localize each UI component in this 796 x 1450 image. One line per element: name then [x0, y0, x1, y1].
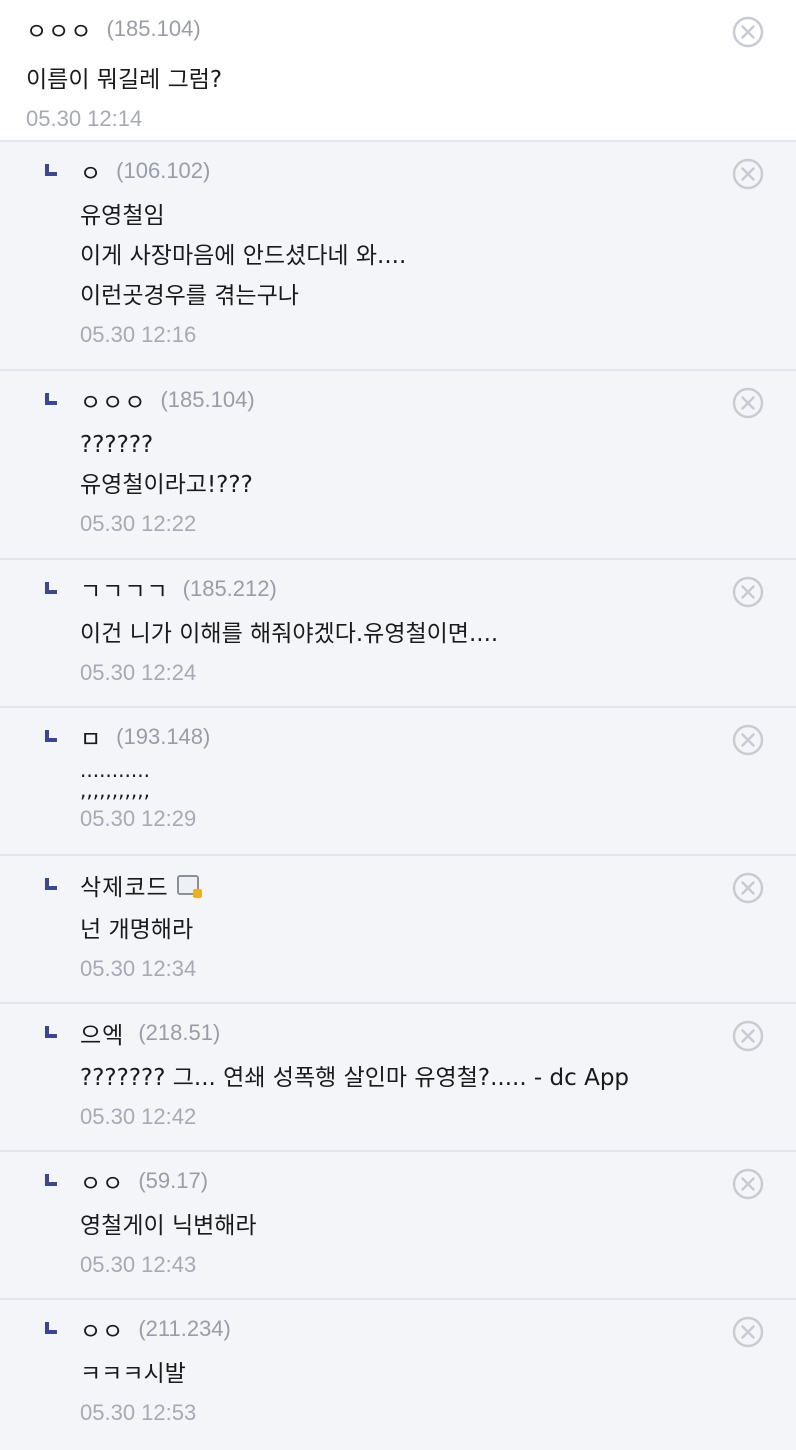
comment-date: 05.30 12:42: [80, 1104, 197, 1129]
reply-item: ㄱㄱㄱㄱ (185.212) 이건 니가 이해를 해줘야겠다.유영철이면....…: [0, 560, 796, 708]
close-circle-icon[interactable]: [732, 724, 764, 756]
reply-item: 으엑 (218.51) ??????? 그... 연쇄 성폭행 살인마 유영철?…: [0, 1004, 796, 1152]
comment-nickname[interactable]: 삭제코드: [80, 868, 169, 902]
comment-nickname[interactable]: ㅇㅇ: [80, 1312, 124, 1346]
reply-item: ㅇㅇ (59.17) 영철게이 닉변해라 05.30 12:43: [0, 1152, 796, 1300]
reply-item: ㅇㅇ (211.234) ㅋㅋㅋ시발 05.30 12:53: [0, 1300, 796, 1450]
comment-date: 05.30 12:43: [80, 1252, 197, 1277]
comment-nickname[interactable]: ㅇㅇㅇ: [80, 383, 146, 417]
comment-text: 넌 개명해라: [80, 917, 194, 943]
reply-arrow-icon: [45, 582, 57, 594]
comment-item: ㅇㅇㅇ (185.104) 이름이 뭐길레 그럼? 05.30 12:14: [0, 0, 796, 142]
comment-ip: (106.102): [116, 158, 211, 183]
comment-ip: (193.148): [116, 724, 211, 749]
comment-date: 05.30 12:16: [80, 322, 197, 347]
close-circle-icon[interactable]: [732, 158, 764, 190]
close-circle-icon[interactable]: [732, 1316, 764, 1348]
comment-ip: (211.234): [138, 1316, 231, 1341]
comment-text: ........... ,,,,,,,,,,,: [80, 758, 150, 802]
close-circle-icon[interactable]: [732, 576, 764, 608]
comment-ip: (59.17): [138, 1168, 209, 1193]
comment-nickname[interactable]: ㅇ: [80, 154, 102, 188]
close-circle-icon[interactable]: [732, 387, 764, 419]
comment-date: 05.30 12:24: [80, 660, 197, 685]
reply-arrow-icon: [45, 1322, 57, 1334]
comment-date: 05.30 12:53: [80, 1400, 197, 1425]
close-circle-icon[interactable]: [732, 872, 764, 904]
comment-date: 05.30 12:22: [80, 511, 197, 536]
reply-arrow-icon: [45, 164, 57, 176]
reply-arrow-icon: [45, 1174, 57, 1186]
comment-text: 영철게이 닉변해라: [80, 1213, 257, 1239]
comment-text: ??????? 그... 연쇄 성폭행 살인마 유영철?..... - dc A…: [80, 1065, 630, 1091]
comment-nickname[interactable]: ㅇㅇ: [80, 1164, 124, 1198]
comment-ip: (185.104): [160, 387, 255, 412]
reply-item: ㅇㅇㅇ (185.104) ?????? 유영철이라고!??? 05.30 12…: [0, 371, 796, 560]
comment-text: 이건 니가 이해를 해줘야겠다.유영철이면....: [80, 621, 499, 647]
comment-nickname[interactable]: ㅁ: [80, 720, 102, 754]
comment-nickname[interactable]: ㅇㅇㅇ: [26, 12, 92, 46]
comment-text: ㅋㅋㅋ시발: [80, 1361, 186, 1387]
comment-ip: (185.212): [182, 576, 277, 601]
comment-text: ?????? 유영철이라고!???: [80, 432, 253, 498]
comment-date: 05.30 12:14: [26, 106, 143, 131]
reply-item: ㅁ (193.148) ........... ,,,,,,,,,,, 05.3…: [0, 708, 796, 856]
comment-ip: (218.51): [138, 1020, 221, 1045]
comment-date: 05.30 12:29: [80, 806, 197, 831]
reply-arrow-icon: [45, 393, 57, 405]
comment-ip: (185.104): [106, 16, 201, 41]
reply-arrow-icon: [45, 1026, 57, 1038]
close-circle-icon[interactable]: [732, 1020, 764, 1052]
comment-date: 05.30 12:34: [80, 956, 197, 981]
comment-text: 유영철임 이게 사장마음에 안드셨다네 와.... 이런곳경우를 겪는구나: [80, 203, 407, 309]
comment-list: ㅇㅇㅇ (185.104) 이름이 뭐길레 그럼? 05.30 12:14 ㅇ …: [0, 0, 796, 1450]
comment-nickname[interactable]: 으엑: [80, 1016, 124, 1050]
reply-item: 삭제코드 넌 개명해라 05.30 12:34: [0, 856, 796, 1004]
reply-arrow-icon: [45, 730, 57, 742]
reply-arrow-icon: [45, 878, 57, 890]
comment-text: 이름이 뭐길레 그럼?: [26, 67, 223, 93]
reply-item: ㅇ (106.102) 유영철임 이게 사장마음에 안드셨다네 와.... 이런…: [0, 142, 796, 371]
close-circle-icon[interactable]: [732, 1168, 764, 1200]
comment-nickname[interactable]: ㄱㄱㄱㄱ: [80, 572, 169, 606]
close-circle-icon[interactable]: [732, 16, 764, 48]
gallog-badge-icon[interactable]: [176, 875, 202, 898]
